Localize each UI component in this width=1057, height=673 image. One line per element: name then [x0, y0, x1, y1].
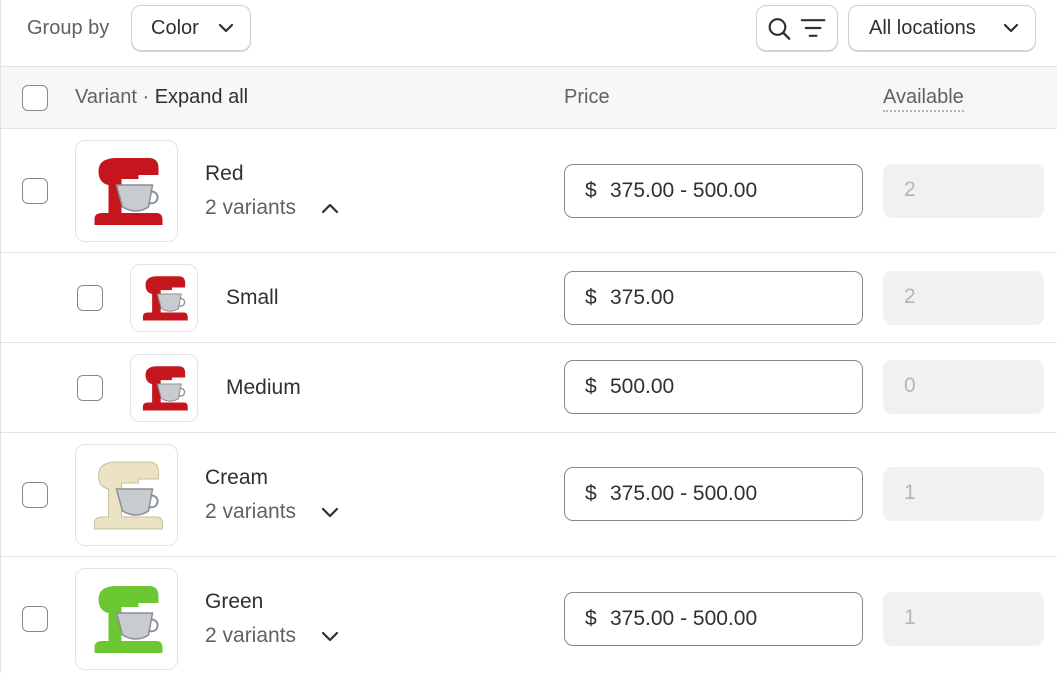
group-by-select[interactable]: Color [131, 5, 251, 51]
stand-mixer-icon [94, 461, 163, 530]
expand-all-link[interactable]: Expand all [155, 86, 248, 108]
group-by-label: Group by [27, 17, 110, 39]
variant-count: 2 variants [205, 500, 297, 523]
available-value: 2 [904, 285, 916, 308]
price-input[interactable]: $ 375.00 [564, 271, 863, 325]
group-name: Cream [205, 466, 269, 489]
search-filter-button[interactable] [756, 5, 838, 51]
filter-icon [800, 19, 826, 37]
price-value: 375.00 - 500.00 [610, 179, 758, 202]
locations-value: All locations [869, 16, 976, 39]
price-column-header: Price [564, 86, 610, 108]
row-checkbox[interactable] [22, 178, 48, 204]
price-value: 375.00 - 500.00 [610, 482, 758, 505]
available-field: 0 [883, 360, 1044, 414]
variants-panel: Group by Color All locations Variant · E… [0, 0, 1057, 673]
group-name: Red [205, 162, 244, 185]
table-header: Variant · Expand all Price Available [1, 66, 1057, 129]
header-separator: · [142, 86, 150, 108]
available-field: 1 [883, 467, 1044, 521]
variant-name: Small [226, 286, 279, 309]
product-thumbnail [130, 354, 198, 422]
available-value: 1 [904, 606, 916, 629]
price-input[interactable]: $ 375.00 - 500.00 [564, 592, 863, 646]
row-checkbox[interactable] [77, 285, 103, 311]
available-field: 2 [883, 271, 1044, 325]
product-thumbnail [75, 140, 178, 242]
product-thumbnail [75, 444, 178, 546]
group-name: Green [205, 590, 264, 613]
currency-symbol: $ [585, 375, 597, 398]
row-checkbox[interactable] [22, 606, 48, 632]
locations-select[interactable]: All locations [848, 5, 1036, 51]
variant-group-row-green[interactable]: Green 2 variants $ 375.00 - 500.00 1 [1, 557, 1057, 673]
search-icon [768, 18, 791, 40]
variant-count: 2 variants [205, 624, 297, 647]
product-thumbnail [130, 264, 198, 332]
variant-column-header: Variant · Expand all [75, 86, 248, 109]
chevron-down-icon[interactable] [320, 628, 340, 644]
toolbar: Group by Color All locations [1, 0, 1057, 66]
price-value: 375.00 [610, 286, 675, 309]
available-value: 0 [904, 374, 916, 397]
product-thumbnail [75, 568, 178, 670]
row-checkbox[interactable] [77, 375, 103, 401]
chevron-down-icon [1003, 23, 1019, 33]
currency-symbol: $ [585, 607, 597, 630]
currency-symbol: $ [585, 286, 597, 309]
stand-mixer-icon [142, 366, 188, 411]
available-value: 2 [904, 178, 916, 201]
stand-mixer-icon [94, 586, 163, 653]
variant-header-label: Variant [75, 86, 137, 108]
row-checkbox[interactable] [22, 482, 48, 508]
chevron-down-icon[interactable] [320, 504, 340, 520]
stand-mixer-icon [94, 158, 163, 225]
available-value: 1 [904, 481, 916, 504]
stand-mixer-icon [142, 276, 188, 321]
chevron-up-icon[interactable] [320, 200, 340, 216]
available-column-header[interactable]: Available [883, 86, 964, 112]
available-field: 1 [883, 592, 1044, 646]
variant-row-medium[interactable]: Medium $ 500.00 0 [1, 343, 1057, 433]
price-value: 375.00 - 500.00 [610, 607, 758, 630]
currency-symbol: $ [585, 179, 597, 202]
price-input[interactable]: $ 500.00 [564, 360, 863, 414]
group-by-value: Color [151, 16, 199, 39]
variant-count: 2 variants [205, 196, 297, 219]
price-input[interactable]: $ 375.00 - 500.00 [564, 164, 863, 218]
select-all-checkbox[interactable] [22, 85, 48, 111]
chevron-down-icon [218, 23, 234, 33]
variant-group-row-cream[interactable]: Cream 2 variants $ 375.00 - 500.00 1 [1, 433, 1057, 557]
currency-symbol: $ [585, 482, 597, 505]
search-filter-icons [768, 18, 826, 40]
variant-name: Medium [226, 376, 301, 399]
variant-group-row-red[interactable]: Red 2 variants $ 375.00 - 500.00 2 [1, 129, 1057, 253]
variant-row-small[interactable]: Small $ 375.00 2 [1, 253, 1057, 343]
price-value: 500.00 [610, 375, 675, 398]
available-field: 2 [883, 164, 1044, 218]
price-input[interactable]: $ 375.00 - 500.00 [564, 467, 863, 521]
